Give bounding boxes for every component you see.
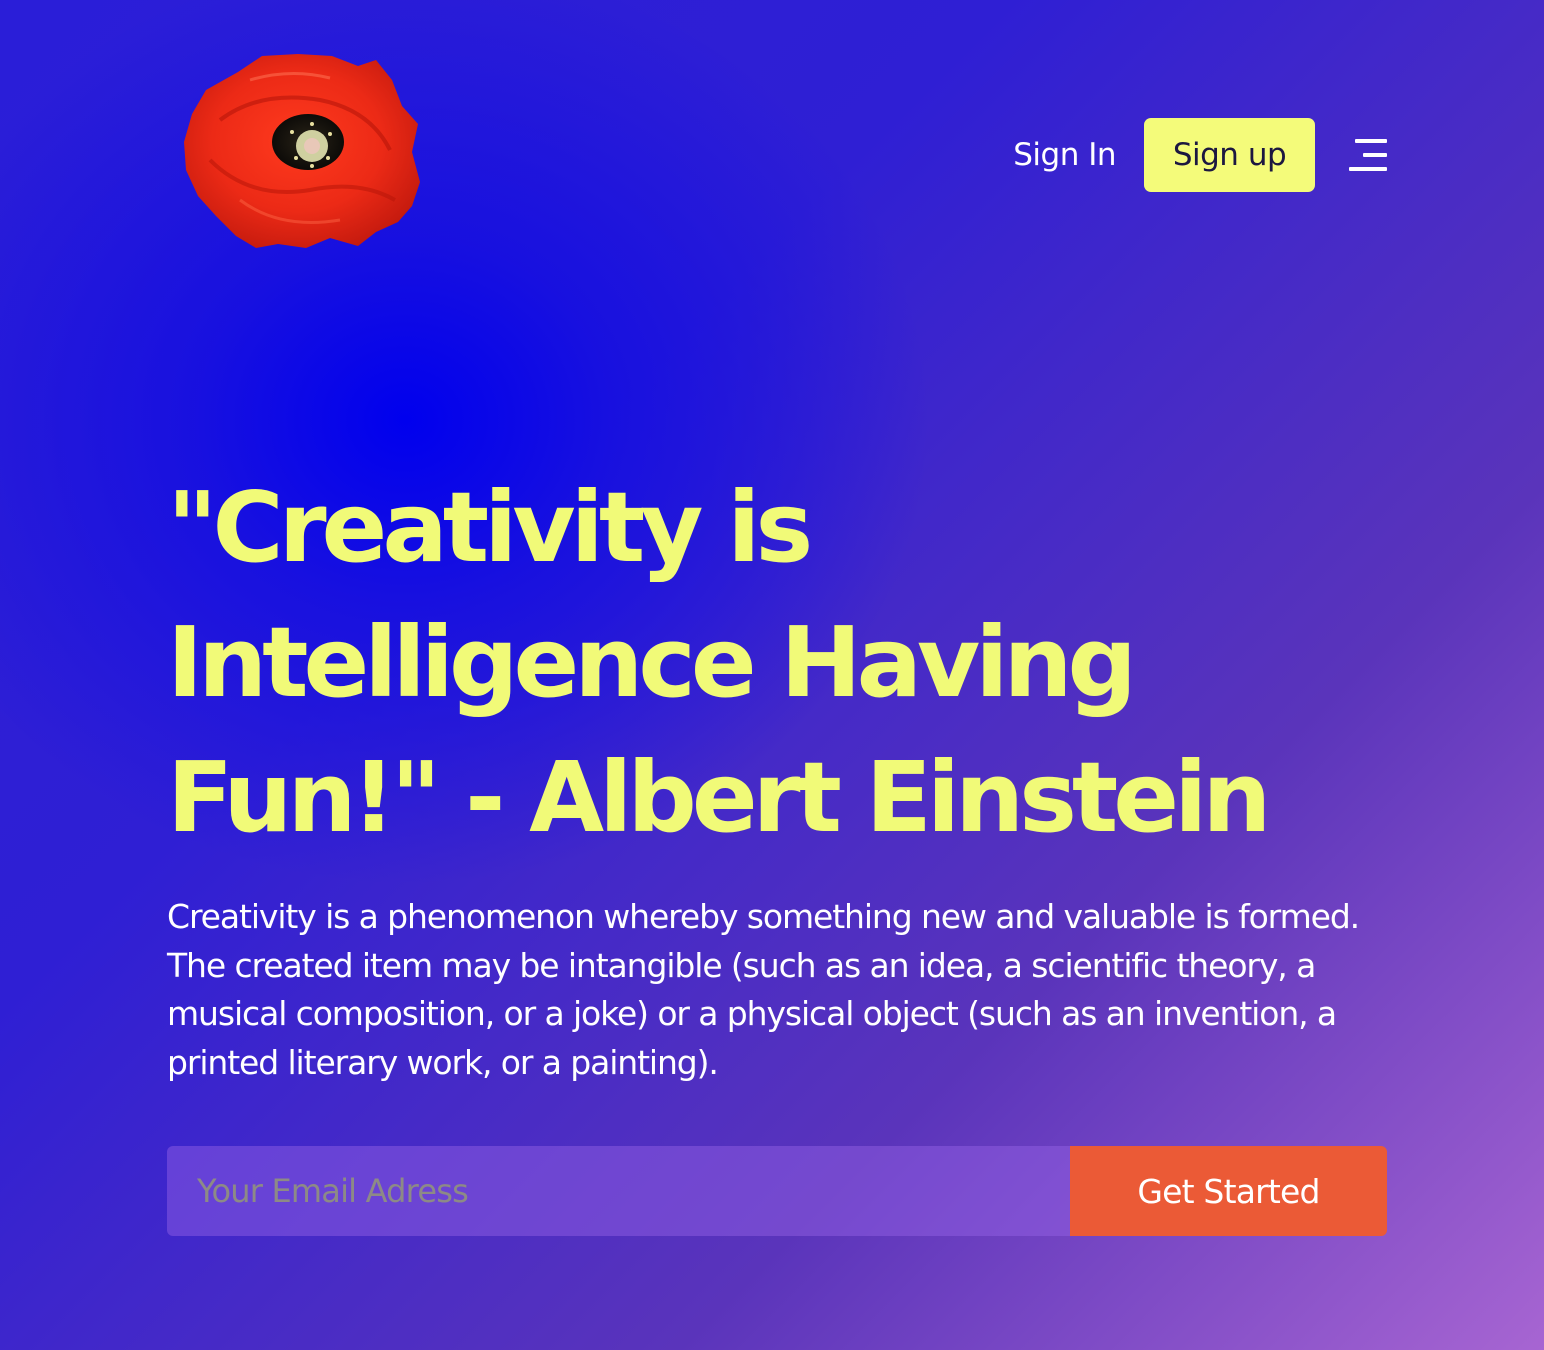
menu-line xyxy=(1349,167,1387,171)
sign-up-button[interactable]: Sign up xyxy=(1144,118,1315,192)
hero-description: Creativity is a phenomenon whereby somet… xyxy=(167,897,1360,1082)
get-started-button[interactable]: Get Started xyxy=(1070,1146,1387,1236)
poppy-logo-icon[interactable] xyxy=(180,50,422,252)
sign-in-link[interactable]: Sign In xyxy=(1013,137,1116,173)
hero-headline: "Creativity is Intelligence Having Fun!"… xyxy=(167,471,1271,854)
menu-icon[interactable] xyxy=(1349,137,1387,173)
menu-line xyxy=(1355,139,1387,143)
menu-line xyxy=(1363,153,1387,157)
landing-page: Sign In Sign up "Creativity is Intellige… xyxy=(0,0,1544,1350)
email-input[interactable] xyxy=(167,1146,1070,1236)
top-nav: Sign In Sign up xyxy=(1013,118,1387,192)
email-signup-form: Get Started xyxy=(167,1146,1387,1236)
